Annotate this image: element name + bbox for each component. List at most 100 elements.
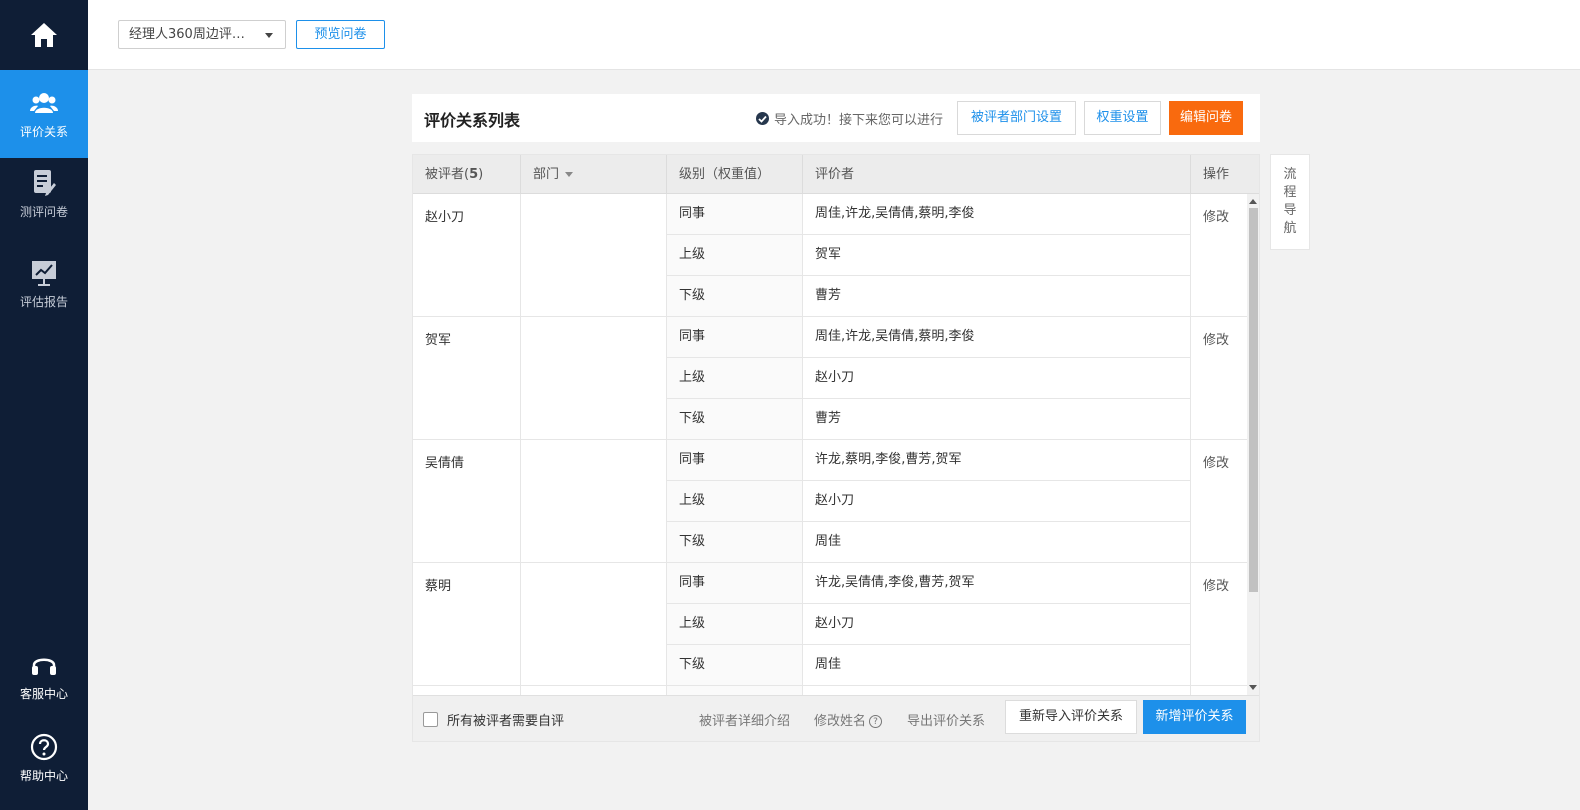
edit-link[interactable]: 修改 xyxy=(1191,317,1249,440)
self-eval-checkbox[interactable] xyxy=(423,712,438,727)
import-success-message: 导入成功！接下来您可以进行 xyxy=(756,109,943,128)
raters-cell: 许龙,吴倩倩,李俊,曹芳,贺军 xyxy=(803,563,1191,603)
header-dept[interactable]: 部门 xyxy=(521,155,667,194)
sidebar-item-customer-service[interactable]: 客服中心 xyxy=(0,636,88,716)
evaluatee-count: 5 xyxy=(469,167,479,182)
table-header: 被评者(5) 部门 级别（权重值） 评价者 操作 xyxy=(413,155,1259,194)
table-row-group: 赵小刀 同事 周佳,许龙,吴倩倩,蔡明,李俊 上级 贺军 下级 曹芳 修改 xyxy=(413,194,1249,317)
table-row: 上级 赵小刀 xyxy=(667,481,1191,522)
preview-survey-button[interactable]: 预览问卷 xyxy=(296,20,385,49)
home-icon xyxy=(31,23,57,47)
rename-link-label: 修改姓名 xyxy=(814,714,867,729)
level-cell xyxy=(667,686,803,695)
edit-link[interactable]: 修改 xyxy=(1191,194,1249,317)
flow-navigation[interactable]: 流 程 导 航 xyxy=(1270,154,1310,250)
sidebar-item-questionnaire[interactable]: 测评问卷 xyxy=(0,150,88,238)
table-row: 同事 许龙,吴倩倩,李俊,曹芳,贺军 xyxy=(667,563,1191,604)
header-evaluatee: 被评者(5) xyxy=(413,155,521,194)
table-body: 赵小刀 同事 周佳,许龙,吴倩倩,蔡明,李俊 上级 贺军 下级 曹芳 修改 贺军… xyxy=(413,194,1259,695)
evaluatee-name xyxy=(413,686,521,695)
raters-cell: 曹芳 xyxy=(803,276,1191,316)
scroll-up-arrow[interactable] xyxy=(1249,199,1257,204)
evaluatee-intro-link[interactable]: 被评者详细介绍 xyxy=(699,710,790,729)
flow-nav-char: 导 xyxy=(1283,203,1297,218)
raters-cell: 周佳,许龙,吴倩倩,蔡明,李俊 xyxy=(803,194,1191,234)
survey-select[interactable]: 经理人360周边评估问卷 xyxy=(118,20,286,49)
evaluatee-name: 贺军 xyxy=(413,317,521,440)
raters-cell: 赵小刀 xyxy=(803,604,1191,644)
survey-select-value: 经理人360周边评估问卷 xyxy=(129,27,271,42)
export-relations-link[interactable]: 导出评价关系 xyxy=(907,710,985,729)
home-button[interactable] xyxy=(0,0,88,70)
table-row: 下级 曹芳 xyxy=(667,276,1191,317)
help-icon xyxy=(30,733,58,761)
table-scrollbar[interactable] xyxy=(1247,194,1259,695)
question-circle-icon[interactable]: ? xyxy=(869,715,883,728)
sort-down-icon xyxy=(565,172,574,177)
flow-nav-char: 流 xyxy=(1283,167,1297,182)
evaluatee-name: 赵小刀 xyxy=(413,194,521,317)
sidebar-item-label: 帮助中心 xyxy=(19,768,68,783)
header-ops: 操作 xyxy=(1203,167,1230,182)
sidebar-item-report[interactable]: 评估报告 xyxy=(0,240,88,328)
level-cell: 下级 xyxy=(667,276,803,316)
sidebar-item-label: 客服中心 xyxy=(19,686,68,701)
edit-link[interactable]: 修改 xyxy=(1191,563,1249,686)
level-cell: 同事 xyxy=(667,563,803,603)
table-row: 下级 曹芳 xyxy=(667,399,1191,440)
page-title: 评价关系列表 xyxy=(424,111,521,130)
sidebar-item-label: 测评问卷 xyxy=(19,204,68,219)
header-evaluatee-label: 被评者( xyxy=(425,167,470,182)
sidebar-item-help-center[interactable]: 帮助中心 xyxy=(0,718,88,798)
sidebar-item-evaluation-relations[interactable]: 评价关系 xyxy=(0,70,88,158)
level-cell: 上级 xyxy=(667,358,803,398)
level-cell: 上级 xyxy=(667,235,803,275)
level-cell: 同事 xyxy=(667,194,803,234)
top-header: 经理人360周边评估问卷 预览问卷 xyxy=(88,0,1580,70)
evaluation-relations-table: 被评者(5) 部门 级别（权重值） 评价者 操作 赵小刀 同事 周佳,许龙,吴倩… xyxy=(412,154,1260,742)
level-cell: 同事 xyxy=(667,440,803,480)
level-cell: 下级 xyxy=(667,645,803,685)
scroll-thumb[interactable] xyxy=(1249,208,1258,592)
table-row: 同事 周佳,许龙,吴倩倩,蔡明,李俊 xyxy=(667,194,1191,235)
level-cell: 上级 xyxy=(667,481,803,521)
rename-link[interactable]: 修改姓名? xyxy=(814,710,883,729)
raters-cell: 曹芳 xyxy=(803,399,1191,439)
table-row-group: 吴倩倩 同事 许龙,蔡明,李俊,曹芳,贺军 上级 赵小刀 下级 周佳 修改 xyxy=(413,440,1249,563)
table-row: 下级 周佳 xyxy=(667,522,1191,563)
users-icon xyxy=(30,89,58,117)
chevron-down-icon xyxy=(265,33,273,38)
reimport-button[interactable]: 重新导入评价关系 xyxy=(1005,700,1137,734)
evaluatee-dept xyxy=(521,563,667,686)
table-row: 下级 周佳 xyxy=(667,645,1191,686)
raters-cell: 许龙,蔡明,李俊,曹芳,贺军 xyxy=(803,440,1191,480)
table-row-group: 蔡明 同事 许龙,吴倩倩,李俊,曹芳,贺军 上级 赵小刀 下级 周佳 修改 xyxy=(413,563,1249,686)
panel-header: 评价关系列表 导入成功！接下来您可以进行 被评者部门设置 权重设置 编辑问卷 xyxy=(412,94,1260,142)
success-text: 导入成功！接下来您可以进行 xyxy=(774,113,944,128)
edit-link[interactable]: 修改 xyxy=(1191,440,1249,563)
raters-cell: 贺军 xyxy=(803,235,1191,275)
level-cell: 上级 xyxy=(667,604,803,644)
self-eval-label[interactable]: 所有被评者需要自评 xyxy=(447,710,564,729)
add-relation-button[interactable]: 新增评价关系 xyxy=(1143,700,1246,734)
raters-cell: 赵小刀 xyxy=(803,481,1191,521)
evaluatee-name: 蔡明 xyxy=(413,563,521,686)
level-cell: 下级 xyxy=(667,522,803,562)
table-row xyxy=(667,686,1191,695)
evaluatee-dept xyxy=(521,686,667,695)
table-row-group: 贺军 同事 周佳,许龙,吴倩倩,蔡明,李俊 上级 赵小刀 下级 曹芳 修改 xyxy=(413,317,1249,440)
dept-settings-button[interactable]: 被评者部门设置 xyxy=(957,101,1076,135)
raters-cell: 周佳 xyxy=(803,522,1191,562)
raters-cell: 赵小刀 xyxy=(803,358,1191,398)
header-level: 级别（权重值） xyxy=(667,155,803,194)
sidebar: 评价关系 测评问卷 评估报告 客服中心 帮助中心 xyxy=(0,0,88,810)
scroll-down-arrow[interactable] xyxy=(1249,685,1257,690)
raters-cell: 周佳 xyxy=(803,645,1191,685)
weight-settings-button[interactable]: 权重设置 xyxy=(1084,101,1161,135)
sidebar-item-label: 评价关系 xyxy=(19,124,68,139)
evaluatee-dept xyxy=(521,317,667,440)
check-circle-icon xyxy=(756,112,769,125)
edit-survey-button[interactable]: 编辑问卷 xyxy=(1169,101,1243,135)
level-cell: 同事 xyxy=(667,317,803,357)
table-row: 同事 周佳,许龙,吴倩倩,蔡明,李俊 xyxy=(667,317,1191,358)
